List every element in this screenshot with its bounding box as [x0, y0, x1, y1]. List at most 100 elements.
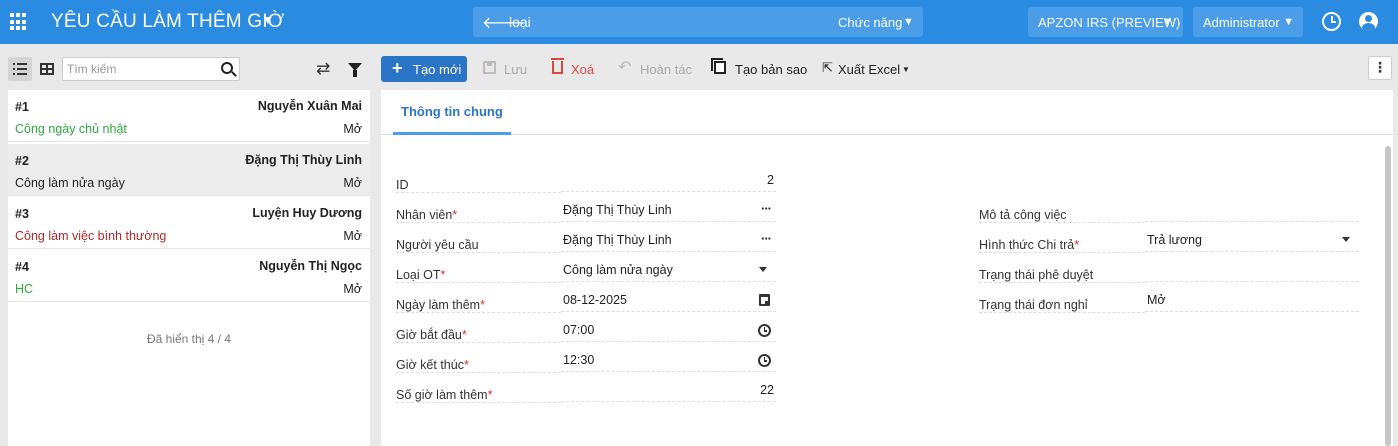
- job-description-input[interactable]: [1145, 200, 1359, 222]
- list-item[interactable]: #2 Đặng Thị Thùy Linh Công làm nửa ngày …: [8, 144, 370, 196]
- end-time-input[interactable]: 12:30: [561, 350, 776, 372]
- list-view-button[interactable]: [8, 57, 32, 81]
- delete-label: Xoá: [571, 62, 595, 77]
- tenant-label: APZON IRS (PREVIEW): [1038, 15, 1181, 30]
- start-time-value: 07:00: [563, 323, 595, 337]
- ot-hours-label-text: Số giờ làm thêm: [396, 388, 488, 402]
- plus-icon: +: [392, 58, 403, 78]
- create-new-label: Tạo mới: [413, 62, 462, 77]
- list-item-name: Đặng Thị Thùy Linh: [245, 153, 362, 167]
- list-item-status: Mở: [343, 229, 362, 243]
- create-new-button[interactable]: + Tạo mới: [381, 56, 467, 82]
- ot-type-label-text: Loại OT: [396, 268, 441, 282]
- app-title[interactable]: YÊU CẦU LÀM THÊM GIỜ: [51, 11, 284, 33]
- approval-status-value: [1145, 260, 1359, 282]
- ot-type-select[interactable]: Công làm nửa ngày: [561, 260, 776, 282]
- required-mark: *: [480, 298, 485, 312]
- field-label-ot-date: Ngày làm thêm*: [396, 298, 485, 312]
- filter-icon[interactable]: [348, 63, 362, 77]
- global-search-text[interactable]: loại: [509, 14, 531, 30]
- grid-view-button[interactable]: [35, 57, 59, 81]
- leave-status-value-text: Mở: [1147, 293, 1166, 307]
- field-ot-type: Loại OT* Công làm nửa ngày: [396, 260, 776, 283]
- end-time-value: 12:30: [563, 353, 595, 367]
- ot-hours-value-text: 22: [760, 383, 774, 397]
- undo-icon: ↶: [618, 59, 632, 76]
- payment-method-select[interactable]: Trả lương: [1145, 230, 1359, 252]
- list-item[interactable]: #3 Luyện Huy Dương Công làm việc bình th…: [8, 197, 370, 249]
- list-item-name: Luyện Huy Dương: [252, 206, 362, 220]
- export-caret-down-icon: ▼: [902, 65, 910, 74]
- more-options-kebab-icon[interactable]: ⋮: [1368, 56, 1392, 80]
- field-payment-method: Hình thức Chi trả* Trả lương: [979, 230, 1359, 253]
- list-count-footer: Đã hiển thị 4 / 4: [146, 332, 232, 346]
- grid-view-icon: [40, 63, 54, 75]
- required-mark: *: [452, 208, 458, 222]
- employee-field[interactable]: Đặng Thị Thùy Linh ···: [561, 200, 776, 222]
- field-ot-hours: Số giờ làm thêm* 22: [396, 380, 776, 403]
- tab-general-info[interactable]: Thông tin chung: [393, 90, 511, 135]
- list-item-type: Công làm nửa ngày: [15, 176, 125, 190]
- required-mark: *: [1074, 238, 1080, 252]
- calendar-icon[interactable]: [759, 294, 770, 306]
- ot-date-input[interactable]: 08-12-2025: [561, 290, 776, 312]
- global-search-box[interactable]: 🡐 loại Chức năng ▼: [473, 7, 923, 37]
- account-avatar-icon[interactable]: [1359, 12, 1378, 31]
- end-time-label-text: Giờ kết thúc: [396, 358, 464, 372]
- field-label-approval-status: Trạng thái phê duyệt: [979, 268, 1094, 282]
- leave-status-value: Mở: [1145, 290, 1359, 312]
- list-item[interactable]: #4 Nguyễn Thị Ngọc HC Mở: [8, 250, 370, 302]
- ot-date-value: 08-12-2025: [563, 293, 627, 307]
- field-label-payment-method: Hình thức Chi trả*: [979, 238, 1079, 252]
- list-item-id: #1: [15, 100, 29, 114]
- field-label-job-description: Mô tả công việc: [979, 208, 1067, 222]
- dropdown-caret-icon: [1342, 237, 1350, 242]
- user-dropdown[interactable]: Administrator ▼: [1193, 7, 1303, 37]
- list-item[interactable]: #1 Nguyễn Xuân Mai Công ngày chủ nhật Mở: [8, 90, 370, 142]
- field-label-ot-hours: Số giờ làm thêm*: [396, 388, 492, 402]
- main-toolbar: + Tạo mới Lưu Xoá ↶ Hoàn tác Tạo bản sao…: [374, 44, 1398, 90]
- field-label-leave-status: Trạng thái đơn nghỉ: [979, 298, 1088, 312]
- employee-label-text: Nhân viên: [396, 208, 453, 222]
- lookup-ellipsis-icon[interactable]: ···: [761, 231, 772, 246]
- field-label-ot-type: Loại OT*: [396, 268, 445, 282]
- record-list: #1 Nguyễn Xuân Mai Công ngày chủ nhật Mở…: [8, 90, 370, 446]
- function-dropdown-label[interactable]: Chức năng: [838, 15, 902, 30]
- function-chevron-down-icon[interactable]: ▼: [903, 16, 914, 28]
- history-clock-icon[interactable]: [1322, 12, 1341, 31]
- tenant-dropdown[interactable]: APZON IRS (PREVIEW) ▼: [1028, 7, 1183, 37]
- requester-field[interactable]: Đặng Thị Thùy Linh ···: [561, 230, 776, 252]
- field-employee: Nhân viên* Đặng Thị Thùy Linh ···: [396, 200, 776, 223]
- list-item-status: Mở: [343, 282, 362, 296]
- user-chevron-down-icon: ▼: [1283, 16, 1294, 28]
- clock-icon[interactable]: [758, 354, 771, 367]
- field-label-employee: Nhân viên*: [396, 208, 457, 222]
- required-mark: *: [461, 328, 467, 342]
- id-value: 2: [561, 170, 776, 192]
- list-item-id: #2: [15, 154, 29, 168]
- field-leave-status: Trạng thái đơn nghỉ Mở: [979, 290, 1359, 313]
- field-end-time: Giờ kết thúc* 12:30: [396, 350, 776, 373]
- field-label-start-time: Giờ bắt đầu*: [396, 328, 467, 342]
- ot-date-label-text: Ngày làm thêm: [396, 298, 481, 312]
- title-chevron-down-icon[interactable]: ▼: [262, 13, 274, 27]
- start-time-input[interactable]: 07:00: [561, 320, 776, 342]
- copy-icon: [711, 58, 726, 74]
- id-value-text: 2: [767, 173, 774, 187]
- tenant-chevron-down-icon: ▼: [1162, 16, 1173, 28]
- list-view-icon: [13, 63, 27, 75]
- payment-label-text: Hình thức Chi trả: [979, 238, 1075, 252]
- apps-grid-icon[interactable]: [10, 13, 28, 31]
- search-icon[interactable]: [221, 62, 233, 74]
- list-search-input[interactable]: [67, 61, 215, 77]
- requester-value: Đặng Thị Thùy Linh: [563, 233, 672, 247]
- form-scrollbar[interactable]: [1385, 146, 1391, 446]
- employee-value: Đặng Thị Thùy Linh: [563, 203, 672, 217]
- list-search-field[interactable]: [62, 57, 240, 81]
- sort-swap-icon[interactable]: ⇄: [316, 60, 330, 77]
- clock-icon[interactable]: [758, 324, 771, 337]
- payment-method-value: Trả lương: [1147, 233, 1203, 247]
- list-item-id: #3: [15, 207, 29, 221]
- ot-hours-value: 22: [561, 380, 776, 402]
- lookup-ellipsis-icon[interactable]: ···: [761, 201, 772, 216]
